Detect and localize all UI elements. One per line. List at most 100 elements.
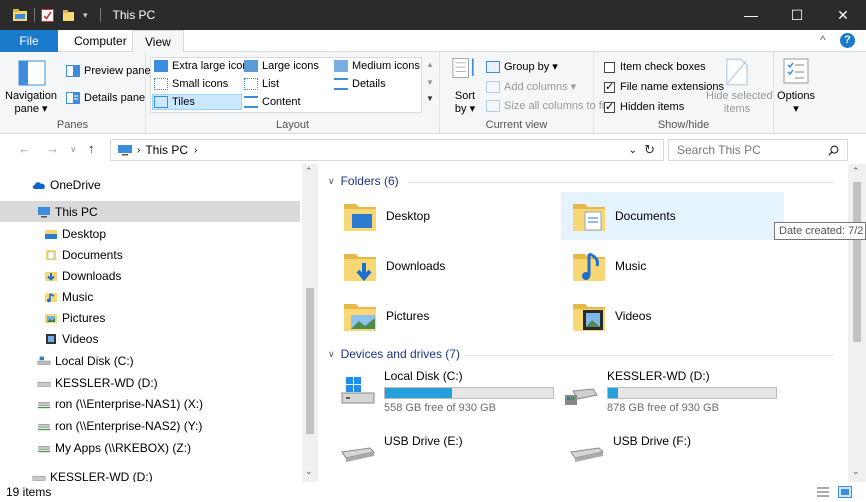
downloads-folder-icon bbox=[344, 254, 376, 282]
nav-item-my-apps-z[interactable]: My Apps (\\RKEBOX) (Z:) bbox=[0, 437, 191, 458]
tab-file[interactable]: File bbox=[0, 30, 58, 52]
small-icons-option[interactable]: Small icons bbox=[154, 78, 228, 90]
preview-pane-icon bbox=[66, 65, 80, 77]
nav-item-videos[interactable]: Videos bbox=[0, 328, 98, 349]
navigation-pane-button[interactable]: Navigation pane ▾ bbox=[2, 58, 60, 118]
nav-item-onedrive[interactable]: OneDrive bbox=[0, 174, 101, 195]
search-input[interactable]: Search This PC bbox=[668, 139, 848, 161]
nav-item-label: KESSLER-WD (D:) bbox=[55, 375, 158, 390]
layout-scroll-up-icon[interactable]: ▲ bbox=[426, 60, 434, 69]
nav-item-documents[interactable]: Documents bbox=[0, 244, 123, 265]
details-view-icon[interactable] bbox=[816, 486, 830, 498]
layout-expand-icon[interactable]: ▼ bbox=[426, 94, 434, 103]
nav-item-downloads[interactable]: Downloads bbox=[0, 265, 121, 286]
up-icon[interactable]: ↑ bbox=[88, 141, 95, 156]
forward-icon[interactable]: → bbox=[46, 141, 59, 156]
details-pane-button[interactable]: Details pane bbox=[66, 92, 145, 104]
hidden-items-checkbox[interactable] bbox=[604, 100, 615, 113]
close-button[interactable]: ✕ bbox=[820, 0, 866, 30]
sort-by-button[interactable]: Sort by ▾ bbox=[450, 56, 480, 116]
nav-pane-scroll-thumb[interactable] bbox=[306, 288, 314, 434]
folders-section-header[interactable]: ∨ Folders (6) bbox=[328, 174, 399, 188]
hide-selected-items-button[interactable]: Hide selected items bbox=[706, 56, 773, 116]
group-by-button[interactable]: Group by ▾ bbox=[486, 60, 558, 73]
folder-tile-downloads[interactable]: Downloads bbox=[318, 242, 543, 290]
nav-item-music[interactable]: Music bbox=[0, 286, 93, 307]
minimize-button[interactable]: — bbox=[728, 0, 774, 30]
tab-view[interactable]: View bbox=[132, 30, 184, 53]
folder-tile-desktop[interactable]: Desktop bbox=[318, 192, 543, 240]
scroll-up-icon[interactable]: ⌃ bbox=[305, 166, 313, 177]
nav-item-nas2-y[interactable]: ron (\\Enterprise-NAS2) (Y:) bbox=[0, 415, 202, 436]
usb-drive-icon bbox=[570, 447, 605, 462]
collapse-chevron-icon[interactable]: ∨ bbox=[328, 176, 335, 187]
item-check-boxes-checkbox[interactable] bbox=[604, 61, 615, 73]
large-icons-option[interactable]: Large icons bbox=[244, 60, 319, 72]
address-bar[interactable]: › This PC › ⌄ ↻ bbox=[110, 139, 664, 161]
folder-tile-documents[interactable]: Documents bbox=[561, 192, 784, 240]
breadcrumb-this-pc[interactable]: This PC bbox=[145, 143, 188, 157]
nav-item-pictures[interactable]: Pictures bbox=[0, 307, 105, 328]
drives-section-header[interactable]: ∨ Devices and drives (7) bbox=[328, 347, 460, 361]
help-icon[interactable]: ? bbox=[840, 33, 855, 48]
folder-tile-videos[interactable]: Videos bbox=[561, 292, 784, 340]
details-option[interactable]: Details bbox=[334, 78, 386, 90]
scroll-down-icon[interactable]: ⌄ bbox=[305, 466, 313, 477]
content-option[interactable]: Content bbox=[244, 96, 301, 108]
folder-label: Videos bbox=[615, 309, 652, 323]
folder-tile-music[interactable]: Music bbox=[561, 242, 784, 290]
layout-scroll-down-icon[interactable]: ▼ bbox=[426, 78, 434, 87]
drive-usage-fill bbox=[385, 387, 453, 398]
add-columns-button[interactable]: Add columns ▾ bbox=[486, 80, 576, 93]
tab-computer[interactable]: Computer bbox=[62, 30, 139, 52]
tiles-option[interactable]: Tiles bbox=[152, 94, 242, 110]
content-scrollbar[interactable]: ⌃ ⌄ bbox=[848, 164, 866, 482]
options-button[interactable]: Options ▾ bbox=[776, 56, 816, 116]
nav-item-local-disk-c[interactable]: Local Disk (C:) bbox=[0, 350, 134, 371]
extra-large-icons-option[interactable]: Extra large icons bbox=[154, 60, 254, 72]
back-icon[interactable]: ← bbox=[18, 141, 31, 156]
drive-tile-usb-e[interactable]: USB Drive (E:) bbox=[318, 424, 558, 468]
list-icon bbox=[244, 78, 258, 90]
scroll-down-icon[interactable]: ⌄ bbox=[852, 466, 860, 477]
drive-label: USB Drive (E:) bbox=[384, 434, 463, 448]
hidden-items-option[interactable]: Hidden items bbox=[604, 100, 684, 113]
drive-usage-bar bbox=[607, 386, 777, 399]
search-icon[interactable] bbox=[828, 145, 839, 156]
large-icons-view-icon[interactable] bbox=[838, 486, 852, 498]
drive-tile-kessler-wd-d[interactable]: KESSLER-WD (D:) 878 GB free of 930 GB bbox=[561, 366, 801, 416]
drive-tile-usb-f[interactable]: USB Drive (F:) bbox=[561, 424, 801, 468]
collapse-ribbon-icon[interactable]: ^ bbox=[820, 33, 826, 47]
drive-tile-local-disk-c[interactable]: Local Disk (C:) 558 GB free of 930 GB bbox=[318, 366, 558, 416]
qa-dropdown-icon[interactable]: ▾ bbox=[83, 10, 88, 21]
nav-pane-scrollbar[interactable]: ⌃ ⌄ bbox=[302, 164, 318, 482]
file-name-extensions-checkbox[interactable] bbox=[604, 80, 615, 93]
content-scroll-thumb[interactable] bbox=[853, 182, 861, 342]
size-columns-button[interactable]: Size all columns to fit bbox=[486, 100, 607, 112]
nav-item-label: Downloads bbox=[62, 268, 122, 283]
nav-item-desktop[interactable]: Desktop bbox=[0, 223, 106, 244]
folder-tile-pictures[interactable]: Pictures bbox=[318, 292, 543, 340]
medium-icons-option[interactable]: Medium icons bbox=[334, 60, 420, 72]
breadcrumb-chevron-icon[interactable]: › bbox=[194, 145, 197, 156]
item-check-boxes-option[interactable]: Item check boxes bbox=[604, 61, 706, 73]
nav-item-label: Pictures bbox=[62, 310, 106, 325]
collapse-chevron-icon[interactable]: ∨ bbox=[328, 349, 335, 360]
preview-pane-button[interactable]: Preview pane bbox=[66, 65, 151, 77]
recent-locations-icon[interactable]: ∨ bbox=[70, 144, 77, 155]
maximize-button[interactable]: ☐ bbox=[774, 0, 820, 30]
nav-item-label: Documents bbox=[62, 247, 123, 262]
new-folder-icon[interactable] bbox=[62, 9, 75, 22]
nav-item-nas1-x[interactable]: ron (\\Enterprise-NAS1) (X:) bbox=[0, 393, 203, 414]
drives-divider bbox=[464, 355, 834, 356]
nav-item-kessler-wd-d[interactable]: KESSLER-WD (D:) bbox=[0, 372, 158, 393]
properties-icon[interactable] bbox=[41, 8, 54, 22]
refresh-icon[interactable]: ↻ bbox=[644, 142, 655, 158]
nav-item-this-pc[interactable]: This PC bbox=[0, 201, 300, 222]
scroll-up-icon[interactable]: ⌃ bbox=[852, 166, 860, 177]
list-option[interactable]: List bbox=[244, 78, 279, 90]
small-icons-label: Small icons bbox=[172, 78, 229, 90]
address-dropdown-icon[interactable]: ⌄ bbox=[629, 145, 637, 156]
drive-icon bbox=[32, 475, 46, 481]
nav-item-kessler-wd-d-2[interactable]: KESSLER-WD (D:) bbox=[0, 466, 153, 482]
